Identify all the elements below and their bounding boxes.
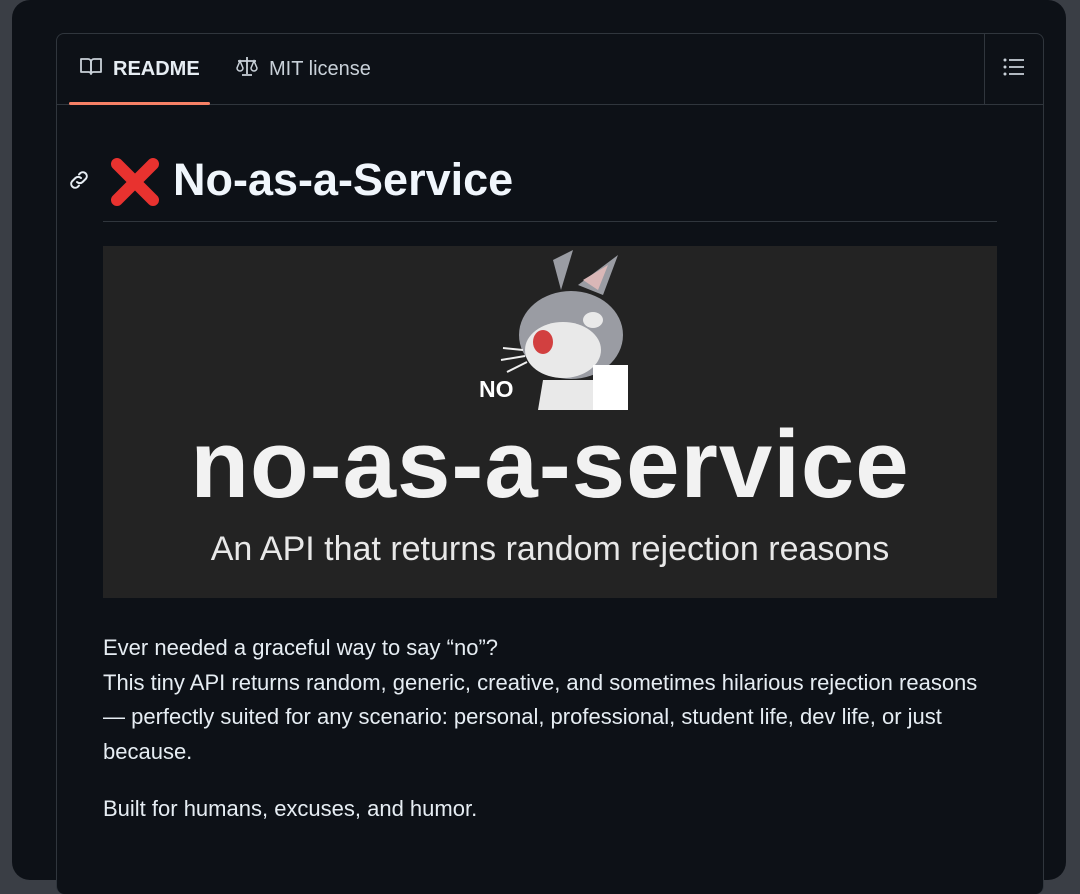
intro-line: Ever needed a graceful way to say “no”? [103,635,499,660]
tagline-paragraph: Built for humans, excuses, and humor. [103,796,478,821]
list-icon [1003,57,1025,82]
scale-icon [235,55,269,83]
intro-paragraph: Ever needed a graceful way to say “no”? … [103,631,983,769]
cross-mark-icon [107,154,163,215]
readme-panel: README MIT license No-as-a-Service NO no… [56,33,1044,894]
tab-bar: README MIT license [57,34,1043,105]
link-icon[interactable] [67,168,91,192]
banner-subtitle: An API that returns random rejection rea… [210,530,890,568]
toc-button[interactable] [984,34,1043,104]
tab-license[interactable]: MIT license [225,34,381,104]
intro-description: This tiny API returns random, generic, c… [103,669,978,764]
heading-divider [103,221,997,222]
tab-license-label: MIT license [269,57,371,80]
tab-readme-label: README [113,57,200,80]
banner-image: NO no-as-a-service An API that returns r… [103,246,997,598]
window-frame: README MIT license No-as-a-Service NO no… [12,0,1066,894]
book-icon [79,56,113,82]
readme-heading: No-as-a-Service [57,144,1043,224]
page-title: No-as-a-Service [173,154,514,205]
banner-title: no-as-a-service [190,411,910,518]
tab-readme[interactable]: README [69,34,210,105]
no-badge-text: NO [479,376,514,402]
active-tab-indicator [69,102,210,105]
